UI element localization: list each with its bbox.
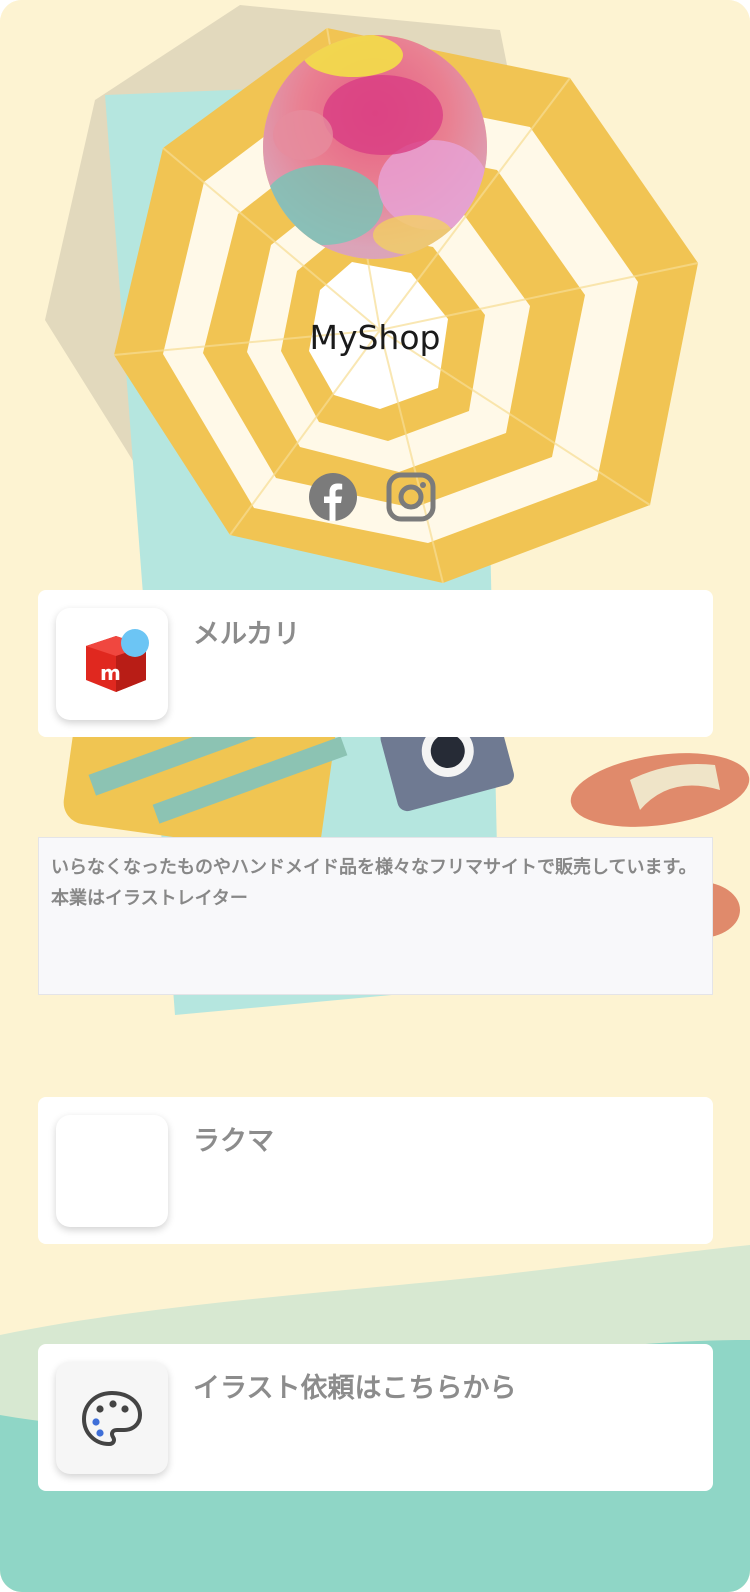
link-title: ラクマ xyxy=(193,1126,274,1157)
palette-icon xyxy=(56,1362,168,1474)
description-text: いらなくなったものやハンドメイド品を様々なフリマサイトで販売しています。 本業は… xyxy=(51,857,697,909)
svg-text:m: m xyxy=(100,661,121,685)
profile-page: MyShop m メルカリ いらなくなったものやハンドメイド品を様々なフリマサイ… xyxy=(0,0,750,1592)
facebook-icon[interactable] xyxy=(308,472,358,522)
link-card-illustration-request[interactable]: イラスト依頼はこちらから xyxy=(38,1344,713,1491)
link-card-mercari[interactable]: m メルカリ xyxy=(38,590,713,737)
profile-avatar xyxy=(263,35,487,259)
rakuma-logo-icon xyxy=(56,1115,168,1227)
instagram-icon[interactable] xyxy=(386,472,436,522)
link-card-rakuma[interactable]: ラクマ xyxy=(38,1097,713,1244)
mercari-logo-icon: m xyxy=(56,608,168,720)
profile-description: いらなくなったものやハンドメイド品を様々なフリマサイトで販売しています。 本業は… xyxy=(38,837,713,995)
link-title: メルカリ xyxy=(193,619,301,650)
link-title: イラスト依頼はこちらから xyxy=(193,1373,517,1404)
shop-name: MyShop xyxy=(309,318,441,357)
